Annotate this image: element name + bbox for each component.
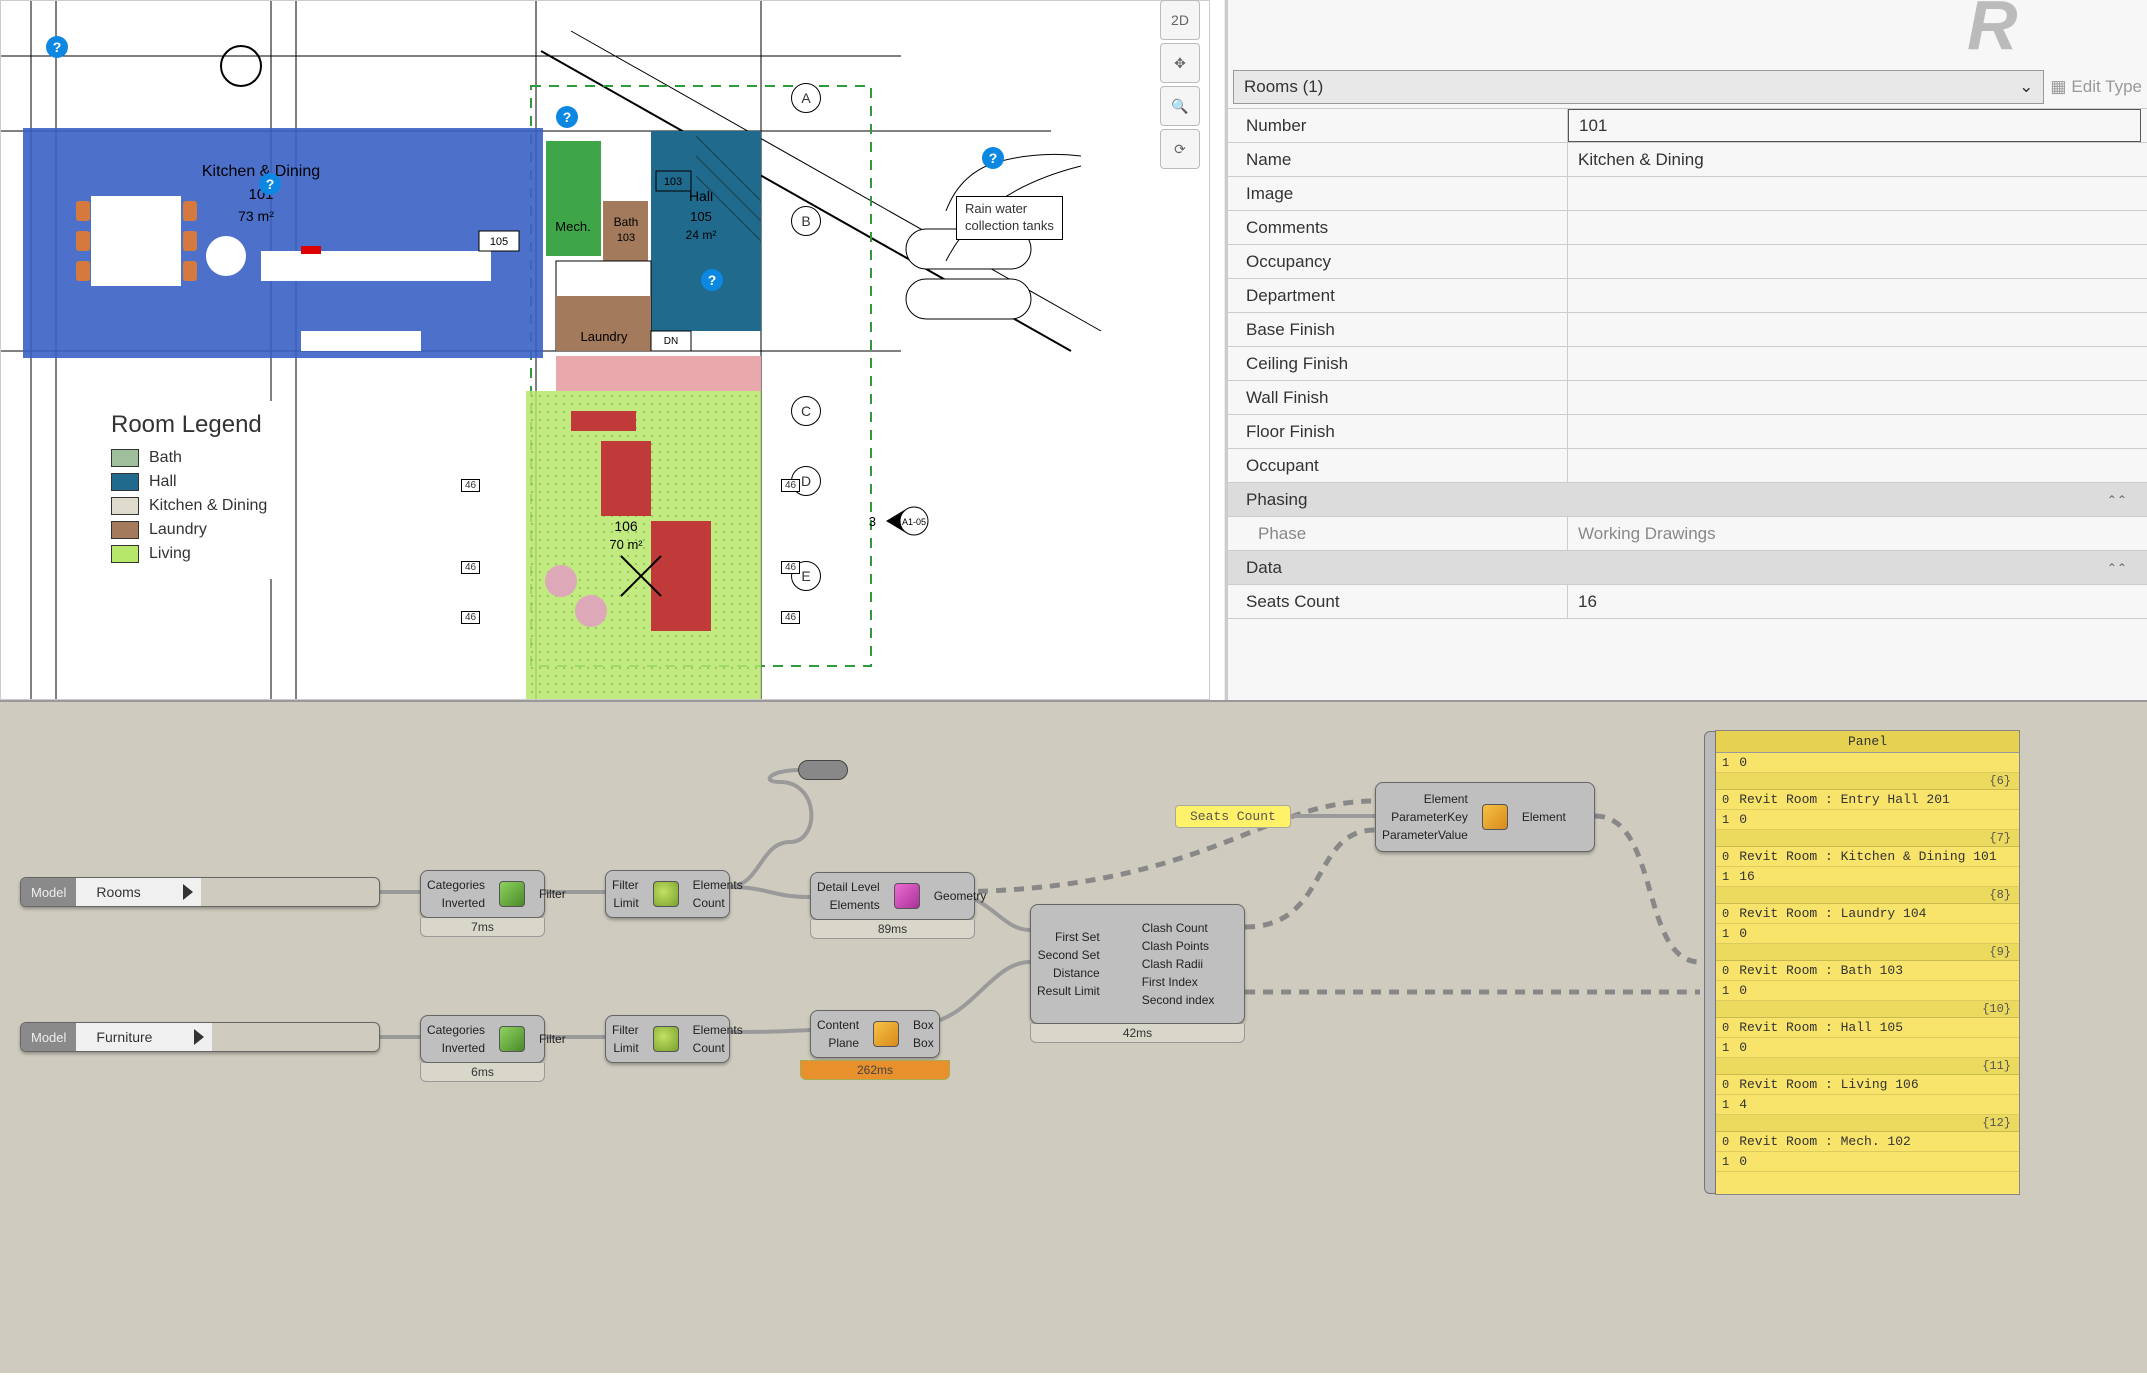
gridnum: 46 bbox=[461, 561, 480, 574]
grid-bubble: A bbox=[791, 83, 821, 113]
prop-occupant[interactable]: Occupant bbox=[1228, 449, 2147, 483]
nav-rotate-icon[interactable]: ⟳ bbox=[1160, 129, 1200, 169]
hex-icon bbox=[894, 883, 920, 909]
node-timer-warn: 262ms bbox=[800, 1060, 950, 1080]
panel-grip[interactable] bbox=[1704, 731, 1716, 1194]
node-filter-elements[interactable]: FilterLimit ElementsCount bbox=[605, 1015, 730, 1063]
model-selector-furniture[interactable]: Model Furniture bbox=[20, 1022, 380, 1052]
node-timer: 42ms bbox=[1030, 1024, 1245, 1043]
prop-image[interactable]: Image bbox=[1228, 177, 2147, 211]
filter-icon bbox=[653, 881, 679, 907]
edit-type-button[interactable]: ▦ Edit Type bbox=[2050, 77, 2142, 97]
collapse-icon: ⌃⌃ bbox=[2107, 561, 2147, 575]
svg-text:105: 105 bbox=[690, 209, 712, 224]
svg-text:103: 103 bbox=[664, 176, 682, 188]
cube-icon bbox=[499, 881, 525, 907]
output-panel[interactable]: Panel 10{6}0Revit Room : Entry Hall 2011… bbox=[1715, 730, 2020, 1195]
view-2d-button[interactable]: 2D bbox=[1160, 0, 1200, 40]
zoom-icon[interactable]: 🔍 bbox=[1160, 86, 1200, 126]
edit-type-icon: ▦ bbox=[2050, 77, 2066, 97]
note-rainwater: Rain watercollection tanks bbox=[956, 196, 1063, 240]
model-selector-rooms[interactable]: Model Rooms bbox=[20, 877, 380, 907]
gridnum: 46 bbox=[781, 479, 800, 492]
prop-phase: PhaseWorking Drawings bbox=[1228, 517, 2147, 551]
grid-bubble: C bbox=[791, 396, 821, 426]
nav-arrows-icon[interactable]: ✥ bbox=[1160, 43, 1200, 83]
filter-icon bbox=[653, 1026, 679, 1052]
help-icon[interactable]: ? bbox=[982, 147, 1004, 169]
node-category-filter[interactable]: CategoriesInverted Filter bbox=[420, 1015, 545, 1063]
svg-text:Bath: Bath bbox=[614, 215, 639, 229]
prop-number[interactable]: Number101 bbox=[1228, 109, 2147, 143]
gridnum: 46 bbox=[781, 611, 800, 624]
prop-seats-count[interactable]: Seats Count16 bbox=[1228, 585, 2147, 619]
svg-text:DN: DN bbox=[664, 336, 678, 347]
node-timer: 7ms bbox=[420, 918, 545, 937]
svg-text:73 m²: 73 m² bbox=[238, 208, 274, 224]
prop-ceiling-finish[interactable]: Ceiling Finish bbox=[1228, 347, 2147, 381]
node-bounding-box[interactable]: ContentPlane BoxBox bbox=[810, 1010, 940, 1058]
prop-wall-finish[interactable]: Wall Finish bbox=[1228, 381, 2147, 415]
node-category-filter[interactable]: CategoriesInverted Filter bbox=[420, 870, 545, 918]
wire-relay[interactable] bbox=[798, 760, 848, 780]
help-icon[interactable]: ? bbox=[259, 173, 281, 195]
gridnum: 46 bbox=[461, 611, 480, 624]
room-legend: Room Legend Bath Hall Kitchen & Dining L… bbox=[101, 401, 277, 579]
svg-text:103: 103 bbox=[617, 232, 635, 244]
revit-logo-icon: R bbox=[1967, 0, 2087, 65]
help-icon[interactable]: ? bbox=[556, 106, 578, 128]
type-selector[interactable]: Rooms (1)⌄ bbox=[1233, 70, 2044, 104]
properties-panel: R Rooms (1)⌄ ▦ Edit Type Number101 NameK… bbox=[1225, 0, 2147, 700]
chevron-right-icon bbox=[194, 1029, 204, 1045]
node-filter-elements[interactable]: FilterLimit ElementsCount bbox=[605, 870, 730, 918]
gridnum: 46 bbox=[461, 479, 480, 492]
grasshopper-canvas[interactable]: Model Rooms Model Furniture CategoriesIn… bbox=[0, 700, 2147, 1373]
svg-text:106: 106 bbox=[614, 518, 638, 534]
svg-text:3: 3 bbox=[869, 514, 876, 529]
box-icon bbox=[873, 1021, 899, 1047]
svg-text:70 m²: 70 m² bbox=[609, 537, 643, 552]
node-element-geometry[interactable]: Detail LevelElements Geometry bbox=[810, 872, 975, 920]
help-icon[interactable]: ? bbox=[46, 36, 68, 58]
svg-text:105: 105 bbox=[490, 236, 508, 248]
gridnum: 46 bbox=[781, 561, 800, 574]
cube-icon bbox=[499, 1026, 525, 1052]
section-data[interactable]: Data⌃⌃ bbox=[1228, 551, 2147, 585]
collapse-icon: ⌃⌃ bbox=[2107, 493, 2147, 507]
node-set-parameter[interactable]: Element ParameterKey ParameterValue Elem… bbox=[1375, 782, 1595, 852]
chevron-right-icon bbox=[183, 884, 193, 900]
floorplan-viewport[interactable]: Kitchen & Dining 101 73 m² Mech. Bath 10… bbox=[0, 0, 1210, 700]
svg-text:A1-05: A1-05 bbox=[902, 517, 926, 527]
svg-text:Laundry: Laundry bbox=[581, 329, 628, 344]
panel-title: Panel bbox=[1716, 731, 2019, 753]
panel-seats-count[interactable]: Seats Count bbox=[1175, 805, 1291, 828]
node-clash-detection[interactable]: First Set Second Set Distance Result Lim… bbox=[1030, 904, 1245, 1024]
section-phasing[interactable]: Phasing⌃⌃ bbox=[1228, 483, 2147, 517]
prop-comments[interactable]: Comments bbox=[1228, 211, 2147, 245]
view-nav: 2D ✥ 🔍 ⟳ bbox=[1160, 0, 1210, 172]
svg-text:Mech.: Mech. bbox=[555, 219, 590, 234]
grid-bubble: B bbox=[791, 206, 821, 236]
legend-title: Room Legend bbox=[111, 411, 267, 439]
prop-base-finish[interactable]: Base Finish bbox=[1228, 313, 2147, 347]
node-timer: 6ms bbox=[420, 1063, 545, 1082]
prop-name[interactable]: NameKitchen & Dining bbox=[1228, 143, 2147, 177]
prop-department[interactable]: Department bbox=[1228, 279, 2147, 313]
help-icon[interactable]: ? bbox=[701, 269, 723, 291]
prop-occupancy[interactable]: Occupancy bbox=[1228, 245, 2147, 279]
prop-floor-finish[interactable]: Floor Finish bbox=[1228, 415, 2147, 449]
param-icon bbox=[1482, 804, 1508, 830]
node-timer: 89ms bbox=[810, 920, 975, 939]
chevron-down-icon: ⌄ bbox=[2019, 77, 2033, 97]
svg-text:24 m²: 24 m² bbox=[686, 228, 717, 242]
